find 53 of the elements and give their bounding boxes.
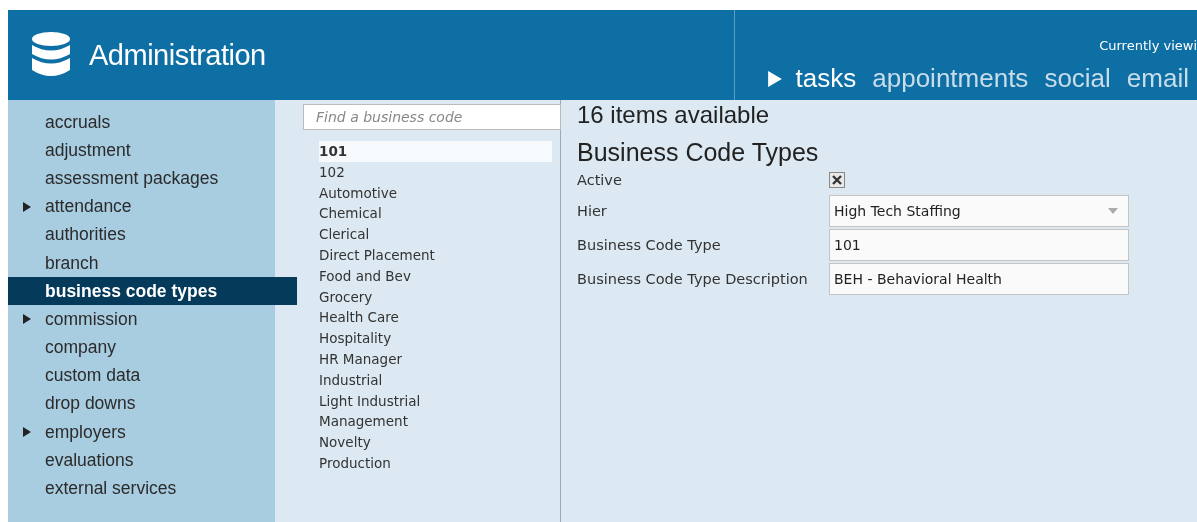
search-field[interactable]: Find a business code bbox=[303, 104, 561, 130]
list-item[interactable]: Chemical bbox=[319, 203, 552, 225]
app-title: Administration bbox=[89, 38, 266, 72]
list-item[interactable]: Management bbox=[319, 411, 552, 433]
list-item[interactable]: 102 bbox=[319, 161, 552, 183]
list-item[interactable]: Production bbox=[319, 452, 552, 474]
field-label: Business Code Type bbox=[577, 237, 722, 253]
list-item[interactable]: Novelty bbox=[319, 432, 552, 453]
sidebar-item[interactable]: assessment packages bbox=[8, 164, 275, 193]
sidebar-item[interactable]: employers bbox=[8, 418, 275, 447]
viewing-label: Currently viewi bbox=[1099, 38, 1197, 53]
field-label: Hier bbox=[577, 203, 608, 219]
list-item[interactable]: 101 bbox=[319, 141, 552, 162]
field-label: Active bbox=[577, 172, 623, 188]
list-item[interactable]: Health Care bbox=[319, 307, 552, 329]
sidebar-item[interactable]: drop downs bbox=[8, 389, 275, 419]
list-item[interactable]: Food and Bev bbox=[319, 265, 552, 287]
database-icon bbox=[31, 32, 71, 78]
input-field[interactable]: 101 bbox=[829, 229, 1129, 261]
list-item[interactable]: Direct Placement bbox=[319, 245, 552, 266]
nav-tab[interactable]: appointments bbox=[872, 63, 1029, 94]
list-item[interactable]: Automotive bbox=[319, 182, 552, 204]
input-field[interactable]: BEH - Behavioral Health bbox=[829, 263, 1129, 295]
sidebar-item[interactable]: commission bbox=[8, 305, 275, 334]
nav-tab[interactable]: email bbox=[1126, 63, 1189, 94]
section-title: Business Code Types bbox=[577, 138, 820, 167]
dropdown[interactable]: High Tech Staffing bbox=[829, 195, 1129, 227]
checkbox[interactable] bbox=[829, 172, 845, 188]
sidebar-item[interactable]: attendance bbox=[8, 192, 275, 221]
field-label: Business Code Type Description bbox=[577, 271, 809, 287]
sidebar-item[interactable]: external services bbox=[8, 474, 275, 503]
caret-icon bbox=[1108, 208, 1118, 214]
sidebar-item[interactable]: authorities bbox=[8, 220, 275, 249]
list-item[interactable]: HR Manager bbox=[319, 348, 552, 370]
list-item[interactable]: Industrial bbox=[319, 369, 552, 391]
sidebar-item[interactable]: branch bbox=[8, 248, 275, 278]
sidebar-item[interactable]: adjustment bbox=[8, 136, 275, 165]
nav-tab[interactable]: tasks bbox=[767, 63, 857, 94]
items-count: 16 items available bbox=[577, 101, 771, 129]
list-item[interactable]: Grocery bbox=[319, 286, 552, 308]
sidebar-item[interactable]: evaluations bbox=[8, 446, 275, 475]
play-icon bbox=[767, 70, 782, 87]
expand-icon[interactable] bbox=[23, 427, 31, 438]
expand-icon[interactable] bbox=[23, 314, 31, 325]
sidebar-item[interactable]: accruals bbox=[8, 108, 275, 137]
list-item[interactable]: Clerical bbox=[319, 224, 552, 245]
nav-tab[interactable]: social bbox=[1044, 63, 1111, 94]
sidebar-item[interactable]: company bbox=[8, 333, 275, 362]
expand-icon[interactable] bbox=[23, 201, 31, 212]
sidebar-item[interactable]: business code types bbox=[8, 277, 297, 306]
sidebar-item[interactable]: custom data bbox=[8, 361, 275, 390]
list-item[interactable]: Light Industrial bbox=[319, 390, 552, 412]
list-item[interactable]: Hospitality bbox=[319, 328, 552, 349]
